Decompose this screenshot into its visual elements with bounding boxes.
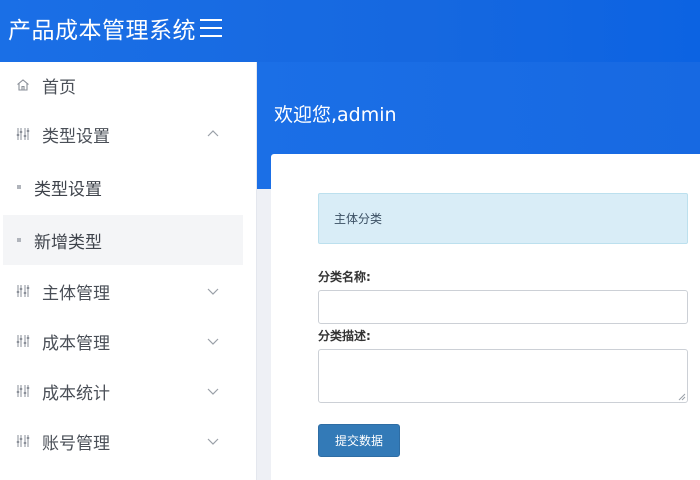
category-alert: 主体分类	[318, 193, 688, 244]
sidebar-item-account-management[interactable]: 账号管理	[0, 418, 243, 464]
submit-button[interactable]: 提交数据	[318, 424, 400, 457]
sliders-icon	[16, 385, 30, 397]
chevron-down-icon	[207, 338, 219, 345]
sidebar-item-type-settings[interactable]: 类型设置	[0, 111, 243, 157]
chevron-down-icon	[207, 388, 219, 395]
sliders-icon	[16, 128, 30, 140]
chevron-down-icon	[207, 288, 219, 295]
category-description-label: 分类描述:	[318, 329, 371, 343]
alert-text: 主体分类	[334, 212, 383, 226]
home-icon	[17, 79, 29, 91]
sidebar-item-label: 成本统计	[42, 383, 110, 404]
top-header: 产品成本管理系统	[0, 0, 700, 62]
sliders-icon	[16, 335, 30, 347]
sidebar-item-cost-management[interactable]: 成本管理	[0, 318, 243, 364]
sliders-icon	[16, 435, 30, 447]
sidebar-item-entity-management[interactable]: 主体管理	[0, 268, 243, 314]
chevron-down-icon	[207, 438, 219, 445]
resize-grip-icon[interactable]	[678, 393, 686, 401]
sidebar-item-label: 首页	[42, 77, 76, 98]
bullet-icon	[17, 238, 21, 242]
welcome-text: 欢迎您,admin	[274, 104, 397, 126]
category-name-label: 分类名称:	[318, 270, 371, 284]
sidebar-item-label: 账号管理	[42, 433, 110, 454]
sidebar-subitem-label: 新增类型	[34, 232, 102, 253]
hamburger-icon[interactable]	[200, 19, 222, 37]
category-name-input[interactable]	[318, 290, 688, 324]
sidebar-item-label: 成本管理	[42, 333, 110, 354]
sidebar-item-home[interactable]: 首页	[0, 62, 243, 108]
sidebar: 首页 类型设置 类型设置 新增类型 主体管理 成本管理 成本统计 账号管理	[0, 62, 257, 480]
bullet-icon	[17, 185, 21, 189]
sidebar-item-label: 主体管理	[42, 283, 110, 304]
sidebar-subitem-add-type[interactable]: 新增类型	[3, 215, 243, 265]
sidebar-subitem-type-settings[interactable]: 类型设置	[3, 162, 243, 212]
category-description-textarea[interactable]	[318, 349, 688, 403]
app-title-group: 产品成本管理系统	[8, 11, 222, 45]
sliders-icon	[16, 285, 30, 297]
sidebar-item-label: 类型设置	[42, 126, 110, 147]
sidebar-item-cost-statistics[interactable]: 成本统计	[0, 368, 243, 414]
sidebar-subitem-label: 类型设置	[34, 179, 102, 200]
chevron-up-icon	[207, 130, 219, 137]
app-title: 产品成本管理系统	[8, 18, 196, 44]
